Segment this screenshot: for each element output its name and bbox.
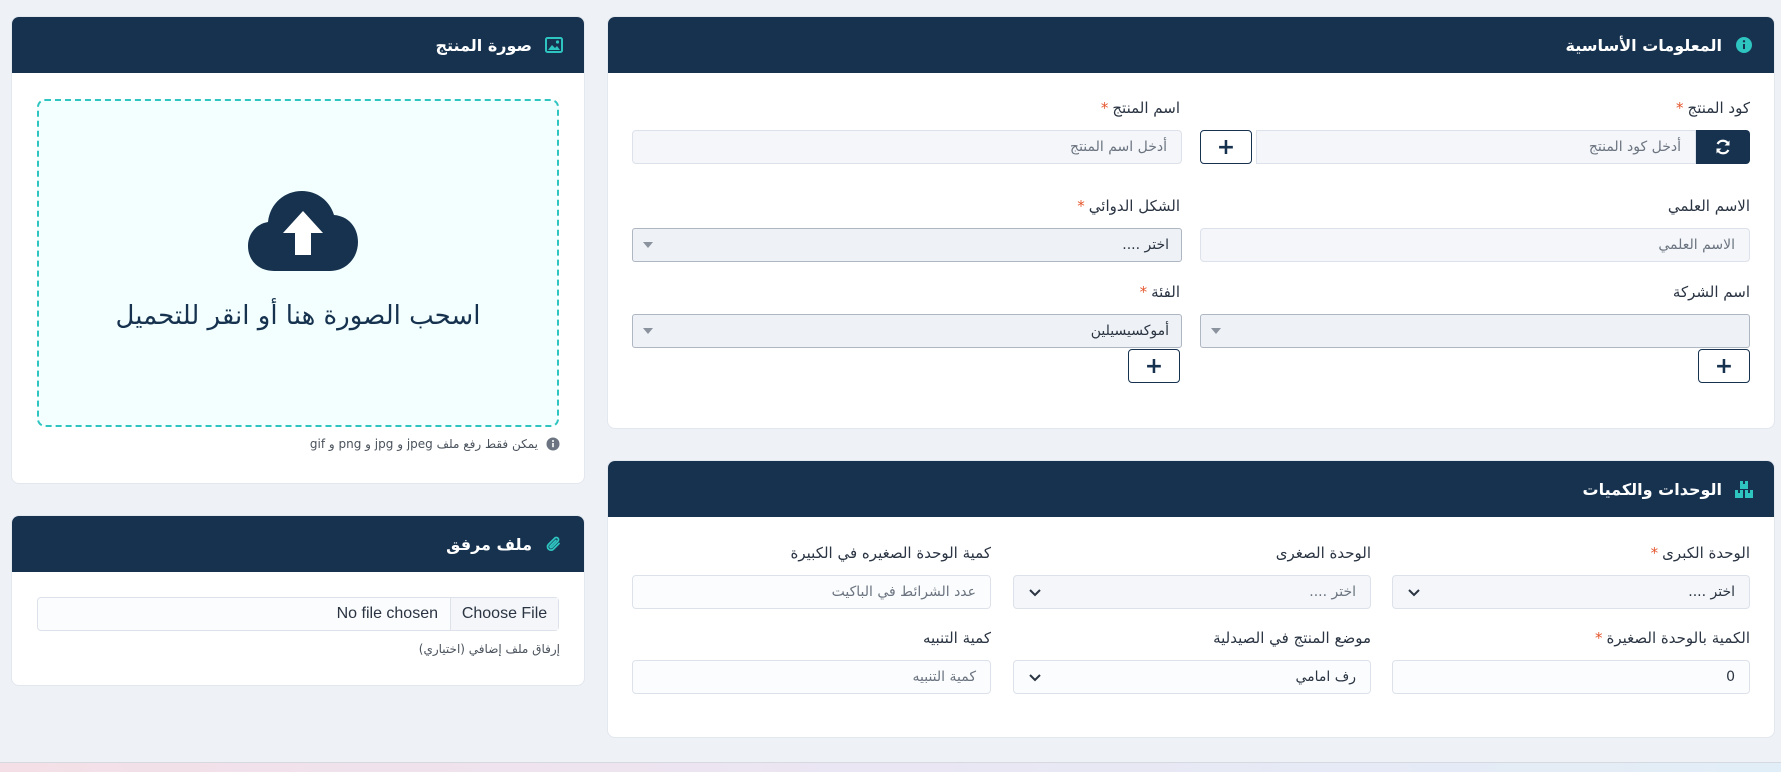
small-in-big-input[interactable]: عدد الشرائط في الباكيت: [632, 575, 991, 609]
dropzone-text: اسحب الصورة هنا أو انقر للتحميل: [115, 301, 481, 331]
qty-small-input[interactable]: 0: [1392, 660, 1750, 694]
caret-down-icon: [643, 328, 653, 334]
scientific-name-input[interactable]: الاسم العلمي: [1200, 228, 1750, 262]
image-icon: [544, 35, 564, 55]
category-select[interactable]: أموكسيسيلين: [632, 314, 1182, 348]
image-hint: يمكن فقط رفع ملف jpeg و jpg و png و gif: [310, 437, 560, 451]
units-card: الوحدات والكميات الوحدة الكبرى* اختر ...…: [607, 460, 1775, 738]
bottom-strip: [0, 762, 1781, 772]
paperclip-icon: [544, 534, 564, 554]
add-category-button[interactable]: +: [1128, 349, 1180, 383]
chevron-down-icon: [1029, 674, 1041, 682]
location-select[interactable]: رف امامي: [1013, 660, 1371, 694]
small-unit-label: الوحدة الصغرى: [1275, 544, 1371, 562]
required-mark: *: [1676, 99, 1684, 117]
product-image-title: صورة المنتج: [435, 35, 532, 55]
attachment-hint: إرفاق ملف إضافي (اختياري): [418, 642, 560, 656]
attachment-card: ملف مرفق Choose File No file chosen إرفا…: [11, 515, 585, 686]
product-image-header: صورة المنتج: [12, 17, 584, 73]
category-value: أموكسيسيلين: [1090, 323, 1169, 339]
attachment-title: ملف مرفق: [446, 534, 532, 554]
big-unit-value: اختر ....: [1688, 584, 1735, 600]
cloud-upload-icon: [248, 191, 358, 271]
small-unit-value: اختر ....: [1309, 584, 1356, 600]
location-label: موضع المنتج في الصيدلية: [1213, 629, 1371, 647]
boxes-icon: [1734, 479, 1754, 499]
small-unit-select[interactable]: اختر ....: [1013, 575, 1371, 609]
caret-down-icon: [1211, 328, 1221, 334]
dosage-form-select[interactable]: اختر ....: [632, 228, 1182, 262]
basic-info-header: المعلومات الأساسية: [608, 17, 1774, 73]
alert-qty-input[interactable]: كمية التنبيه: [632, 660, 991, 694]
units-header: الوحدات والكميات: [608, 461, 1774, 517]
caret-down-icon: [643, 242, 653, 248]
product-code-label: كود المنتج*: [1676, 99, 1750, 117]
required-mark: *: [1100, 99, 1109, 117]
product-name-input[interactable]: أدخل اسم المنتج: [632, 130, 1182, 164]
basic-info-title: المعلومات الأساسية: [1565, 35, 1722, 55]
chevron-down-icon: [1029, 589, 1041, 597]
add-product-code-button[interactable]: +: [1200, 130, 1252, 164]
big-unit-label: الوحدة الكبرى*: [1650, 544, 1750, 562]
basic-info-card: المعلومات الأساسية كود المنتج* أدخل كود …: [607, 16, 1775, 429]
info-icon: [546, 437, 560, 451]
product-name-label: اسم المنتج*: [1100, 99, 1180, 117]
category-label: الفئة*: [1139, 283, 1180, 301]
image-dropzone[interactable]: اسحب الصورة هنا أو انقر للتحميل: [37, 99, 559, 427]
scientific-name-label: الاسم العلمي: [1667, 197, 1750, 215]
product-image-card: صورة المنتج اسحب الصورة هنا أو انقر للتح…: [11, 16, 585, 484]
file-input[interactable]: Choose File No file chosen: [37, 597, 559, 631]
image-hint-text: يمكن فقط رفع ملف jpeg و jpg و png و gif: [309, 437, 538, 451]
required-mark: *: [1139, 283, 1148, 301]
info-icon: [1734, 35, 1754, 55]
qty-small-label: الكمية بالوحدة الصغيرة*: [1594, 629, 1750, 647]
required-mark: *: [1650, 544, 1659, 562]
refresh-icon: [1716, 139, 1730, 155]
choose-file-button[interactable]: Choose File: [450, 598, 558, 630]
required-mark: *: [1594, 629, 1603, 647]
no-file-chosen-text: No file chosen: [336, 605, 438, 622]
dosage-form-value: اختر ....: [1122, 237, 1169, 253]
big-unit-select[interactable]: اختر ....: [1392, 575, 1750, 609]
location-value: رف امامي: [1295, 669, 1356, 685]
add-company-button[interactable]: +: [1698, 349, 1750, 383]
product-code-input[interactable]: أدخل كود المنتج: [1256, 130, 1696, 164]
alert-qty-label: كمية التنبيه: [922, 629, 991, 647]
small-in-big-label: كمية الوحدة الصغيره في الكبيرة: [790, 544, 991, 562]
chevron-down-icon: [1408, 589, 1420, 597]
dosage-form-label: الشكل الدوائي*: [1077, 197, 1180, 215]
regenerate-code-button[interactable]: [1696, 130, 1750, 164]
company-name-label: اسم الشركة: [1672, 283, 1750, 301]
attachment-header: ملف مرفق: [12, 516, 584, 572]
required-mark: *: [1077, 197, 1085, 215]
company-name-select[interactable]: [1200, 314, 1750, 348]
units-title: الوحدات والكميات: [1582, 479, 1722, 499]
